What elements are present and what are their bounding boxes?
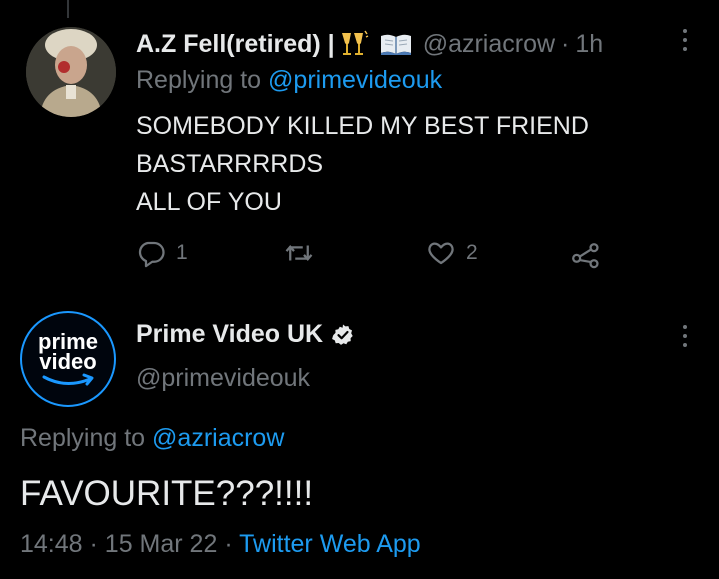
tweet1-handle[interactable]: @azriacrow: [423, 30, 555, 59]
tweet2-display-name[interactable]: Prime Video UK: [136, 320, 323, 349]
avatar-image: [26, 27, 116, 117]
reply-count: 1: [176, 241, 188, 264]
meta-separator: ·: [224, 530, 233, 558]
retweet-icon: [285, 245, 313, 261]
reply-button[interactable]: 1: [136, 236, 188, 270]
tweet1-text-line: BASTARRRRDS: [136, 150, 324, 178]
reply-icon: [138, 241, 165, 268]
tweet2-replying-to: Replying to @azriacrow: [20, 424, 284, 453]
tweet1-timestamp[interactable]: 1h: [575, 30, 603, 59]
smile-arrow-icon: [42, 373, 94, 386]
tweet2-header: Prime Video UK: [136, 320, 355, 349]
open-book-icon: [379, 32, 413, 56]
tweet2-time[interactable]: 14:48: [20, 530, 83, 558]
tweet2-source[interactable]: Twitter Web App: [239, 530, 421, 558]
clinking-glasses-icon: [339, 30, 369, 58]
replying-to-label: Replying to: [20, 424, 153, 452]
avatar[interactable]: [26, 27, 116, 117]
tweet1-text-line: ALL OF YOU: [136, 188, 282, 216]
share-icon: [572, 243, 599, 269]
tweet1-display-name[interactable]: A.Z Fell(retired) |: [136, 30, 335, 59]
tweet2-text: FAVOURITE???!!!!: [20, 474, 314, 513]
tweet2-handle[interactable]: @primevideouk: [136, 364, 310, 393]
tweet1-text: SOMEBODY KILLED MY BEST FRIEND BASTARRRR…: [136, 107, 589, 221]
verified-badge-icon: [332, 324, 353, 345]
thread-connector-line: [67, 0, 69, 18]
like-count: 2: [466, 241, 478, 264]
tweet1-action-bar: 1 2: [0, 236, 719, 270]
heart-icon: [428, 242, 454, 265]
tweet2-more-options-icon[interactable]: [676, 318, 694, 354]
like-button[interactable]: 2: [426, 236, 478, 270]
tweet1-more-options-icon[interactable]: [676, 22, 694, 58]
replying-to-link[interactable]: @azriacrow: [152, 424, 284, 452]
retweet-button[interactable]: [284, 236, 324, 270]
tweet1-replying-to: Replying to @primevideouk: [136, 66, 442, 95]
replying-to-label: Replying to: [136, 66, 269, 94]
tweet2-meta: 14:48 · 15 Mar 22 · Twitter Web App: [20, 530, 421, 559]
share-button[interactable]: [570, 236, 602, 270]
tweet2-date[interactable]: 15 Mar 22: [105, 530, 218, 558]
meta-separator: ·: [89, 530, 98, 558]
tweet1-text-line: SOMEBODY KILLED MY BEST FRIEND: [136, 112, 589, 140]
tweet1-separator: ·: [561, 29, 570, 58]
tweet1-header: A.Z Fell(retired) | @azriacrow · 1h: [136, 28, 603, 60]
prime-video-logo-avatar[interactable]: prime video: [20, 311, 116, 407]
replying-to-link[interactable]: @primevideouk: [268, 66, 442, 94]
